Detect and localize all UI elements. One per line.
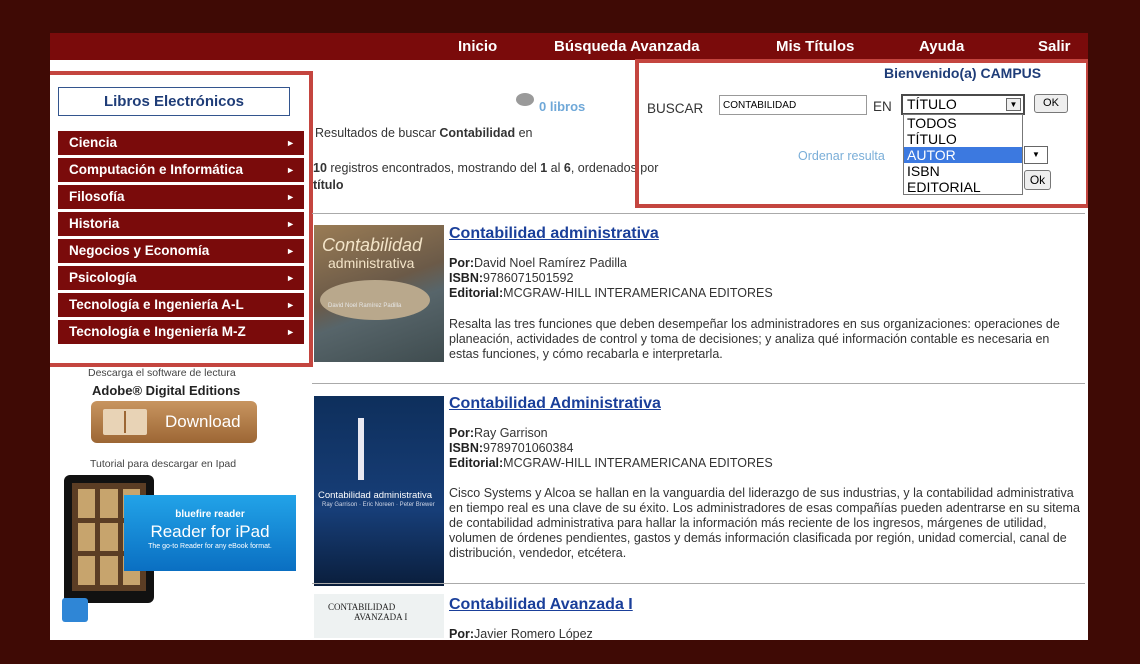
book-cover-2[interactable]: Contabilidad administrativa Ray Garrison…	[314, 396, 444, 586]
records-order-text: título	[313, 178, 344, 192]
nav-salir[interactable]: Salir	[1038, 38, 1071, 55]
banner-title: Reader for iPad	[150, 522, 270, 541]
welcome-text: Bienvenido(a) CAMPUS	[884, 65, 1042, 81]
adobe-digital-editions-label: Adobe® Digital Editions	[92, 383, 241, 398]
result-isbn-2: ISBN:9789701060384	[449, 441, 574, 455]
category-label: Filosofía	[69, 189, 125, 204]
download-software-text: Descarga el software de lectura	[88, 367, 236, 379]
category-filosofia[interactable]: Filosofía ►	[58, 185, 304, 209]
sort-results-label: Ordenar resulta	[798, 149, 885, 163]
books-count-link[interactable]: 0 libros	[539, 99, 585, 114]
arrow-right-icon: ►	[286, 246, 295, 256]
category-label: Psicología	[69, 270, 137, 285]
option-editorial[interactable]: EDITORIAL	[904, 179, 1022, 195]
book-cover-1[interactable]: Contabilidad administrativa David Noel R…	[314, 225, 444, 362]
divider	[312, 583, 1085, 584]
download-button[interactable]: Download	[91, 401, 257, 443]
arrow-right-icon: ►	[286, 138, 295, 148]
category-label: Historia	[69, 216, 120, 231]
category-label: Tecnología e Ingeniería M-Z	[69, 324, 246, 339]
result-editorial-1: Editorial:MCGRAW-HILL INTERAMERICANA EDI…	[449, 286, 773, 300]
top-nav-bar: Inicio Búsqueda Avanzada Mis Títulos Ayu…	[50, 33, 1088, 60]
option-isbn[interactable]: ISBN	[904, 163, 1022, 179]
result-description-2: Cisco Systems y Alcoa se hallan en la va…	[449, 486, 1080, 560]
search-input[interactable]	[719, 95, 867, 115]
search-ok-button[interactable]: OK	[1034, 94, 1068, 113]
search-field-select[interactable]: TÍTULO ▼	[901, 94, 1025, 115]
result-title-3[interactable]: Contabilidad Avanzada I	[449, 596, 633, 614]
category-psicologia[interactable]: Psicología ►	[58, 266, 304, 290]
sidebar-title: Libros Electrónicos	[58, 87, 290, 116]
search-field-selected: TÍTULO	[907, 96, 957, 112]
result-author-2: Por:Ray Garrison	[449, 426, 548, 440]
result-author-3: Por:Javier Romero López	[449, 627, 593, 640]
nav-ayuda[interactable]: Ayuda	[919, 38, 964, 55]
main-page: Inicio Búsqueda Avanzada Mis Títulos Ayu…	[50, 33, 1088, 640]
category-label: Ciencia	[69, 135, 118, 150]
sort-select-dropdown[interactable]: ▼	[1024, 146, 1048, 164]
result-title-1[interactable]: Contabilidad administrativa	[449, 225, 659, 243]
banner-brand: bluefire reader	[175, 509, 245, 520]
category-tecnologia-a-l[interactable]: Tecnología e Ingeniería A-L ►	[58, 293, 304, 317]
arrow-right-icon: ►	[286, 165, 295, 175]
chevron-down-icon: ▼	[1006, 98, 1021, 111]
arrow-right-icon: ►	[286, 219, 295, 229]
result-description-1: Resalta las tres funciones que deben des…	[449, 317, 1060, 361]
result-author-1: Por:David Noel Ramírez Padilla	[449, 256, 627, 270]
bluefire-app-icon	[62, 598, 88, 622]
nav-mis-titulos[interactable]: Mis Títulos	[776, 38, 854, 55]
result-editorial-2: Editorial:MCGRAW-HILL INTERAMERICANA EDI…	[449, 456, 773, 470]
arrow-right-icon: ►	[286, 327, 295, 337]
book-icon	[103, 409, 147, 435]
result-isbn-1: ISBN:9786071501592	[449, 271, 574, 285]
category-label: Computación e Informática	[69, 162, 244, 177]
arrow-right-icon: ►	[286, 273, 295, 283]
arrow-right-icon: ►	[286, 300, 295, 310]
category-historia[interactable]: Historia ►	[58, 212, 304, 236]
category-computacion[interactable]: Computación e Informática ►	[58, 158, 304, 182]
books-icon	[516, 93, 534, 106]
banner-tagline: The go-to Reader for any eBook format.	[148, 543, 272, 550]
option-todos[interactable]: TODOS	[904, 115, 1022, 131]
divider	[312, 213, 1085, 214]
records-found-text: 10 registros encontrados, mostrando del …	[313, 161, 659, 175]
sort-ok-button[interactable]: Ok	[1024, 170, 1051, 190]
ipad-tutorial-link[interactable]: Tutorial para descargar en Ipad	[90, 458, 236, 470]
results-for-text: Resultados de buscar Contabilidad en	[315, 126, 533, 140]
category-ciencia[interactable]: Ciencia ►	[58, 131, 304, 155]
result-title-2[interactable]: Contabilidad Administrativa	[449, 395, 661, 413]
nav-busqueda-avanzada[interactable]: Búsqueda Avanzada	[554, 38, 700, 55]
search-field-options: TODOS TÍTULO AUTOR ISBN EDITORIAL	[903, 114, 1023, 195]
category-label: Tecnología e Ingeniería A-L	[69, 297, 244, 312]
nav-inicio[interactable]: Inicio	[458, 38, 497, 55]
en-label: EN	[873, 99, 892, 114]
book-cover-3[interactable]: CONTABILIDAD AVANZADA I	[314, 594, 444, 638]
arrow-right-icon: ►	[286, 192, 295, 202]
category-label: Negocios y Economía	[69, 243, 210, 258]
divider	[312, 383, 1085, 384]
category-negocios[interactable]: Negocios y Economía ►	[58, 239, 304, 263]
category-tecnologia-m-z[interactable]: Tecnología e Ingeniería M-Z ►	[58, 320, 304, 344]
buscar-label: BUSCAR	[647, 101, 704, 116]
option-titulo[interactable]: TÍTULO	[904, 131, 1022, 147]
bluefire-reader-banner[interactable]: bluefire reader Reader for iPad The go-t…	[124, 495, 296, 571]
download-button-label: Download	[165, 412, 241, 431]
option-autor[interactable]: AUTOR	[904, 147, 1022, 163]
